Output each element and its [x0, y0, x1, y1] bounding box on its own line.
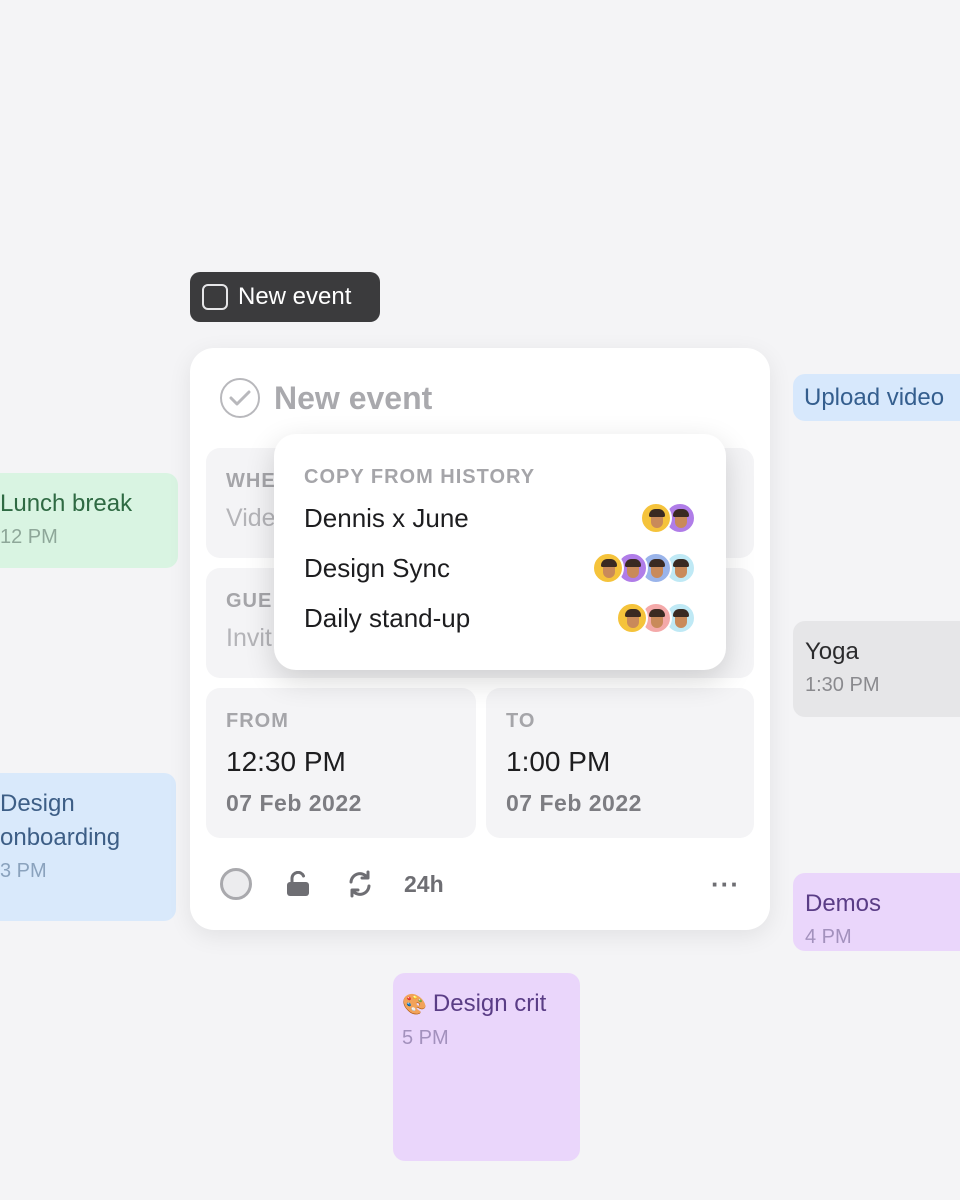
palette-icon: 🎨 [402, 994, 427, 1016]
avatar-group [592, 552, 696, 584]
duration-button[interactable]: 24h [404, 871, 444, 898]
history-item-name: Design Sync [304, 552, 450, 583]
avatar-group [616, 602, 696, 634]
event-title-line1: Design [0, 790, 75, 817]
more-options-icon[interactable]: ··· [711, 869, 740, 900]
event-title: Demos [805, 890, 882, 917]
avatar [616, 602, 648, 634]
status-circle-icon[interactable] [220, 868, 252, 900]
card-toolbar: 24h ··· [220, 866, 740, 902]
history-item-name: Daily stand-up [304, 602, 471, 633]
from-field[interactable]: FROM 12:30 PM 07 Feb 2022 [206, 688, 476, 838]
event-title: Design crit [432, 990, 547, 1017]
event-title-line2: onboarding [0, 824, 121, 851]
avatar [640, 502, 672, 534]
event-lunch-break[interactable]: Lunch break 12 PM [0, 473, 178, 568]
from-time[interactable]: 12:30 PM [226, 746, 476, 778]
to-caption: TO [506, 710, 536, 732]
calendar-canvas: Lunch break 12 PM Design onboarding 3 PM… [0, 0, 960, 1200]
history-item[interactable]: Daily stand-up [304, 593, 726, 643]
to-field[interactable]: TO 1:00 PM 07 Feb 2022 [486, 688, 754, 838]
event-design-onboarding[interactable]: Design onboarding 3 PM [0, 773, 176, 921]
history-item[interactable]: Design Sync [304, 543, 726, 593]
event-time: 5 PM [402, 1027, 449, 1049]
event-design-crit[interactable]: 🎨 Design crit 5 PM [393, 973, 580, 1161]
from-caption: FROM [226, 710, 289, 732]
event-title: Yoga [805, 638, 859, 665]
repeat-icon[interactable] [344, 868, 376, 900]
card-header: New event [220, 378, 432, 418]
unlock-icon[interactable] [282, 868, 314, 900]
event-time: 1:30 PM [805, 674, 880, 696]
copy-from-history-popover: COPY FROM HISTORY Dennis x June Design S… [274, 434, 726, 670]
to-time[interactable]: 1:00 PM [506, 746, 754, 778]
history-item-name: Dennis x June [304, 502, 469, 533]
event-time: 4 PM [805, 926, 852, 948]
event-title-row: 🎨 Design crit [402, 987, 580, 1022]
event-upload-video[interactable]: Upload video [793, 374, 960, 421]
to-date[interactable]: 07 Feb 2022 [506, 790, 754, 817]
avatar [592, 552, 624, 584]
event-time: 12 PM [0, 526, 58, 548]
checkbox-icon [202, 284, 228, 310]
from-date[interactable]: 07 Feb 2022 [226, 790, 476, 817]
event-title: Upload video [804, 384, 945, 411]
avatar-group [640, 502, 696, 534]
check-circle-icon[interactable] [220, 378, 260, 418]
history-item[interactable]: Dennis x June [304, 493, 726, 543]
tooltip-label: New event [238, 283, 352, 310]
event-title-input[interactable]: New event [274, 380, 432, 417]
event-time: 3 PM [0, 860, 47, 882]
new-event-tooltip: New event [190, 272, 380, 322]
event-yoga[interactable]: Yoga 1:30 PM [793, 621, 960, 717]
event-demos[interactable]: Demos 4 PM [793, 873, 960, 951]
history-caption: COPY FROM HISTORY [304, 466, 536, 488]
event-title: Lunch break [0, 490, 133, 517]
